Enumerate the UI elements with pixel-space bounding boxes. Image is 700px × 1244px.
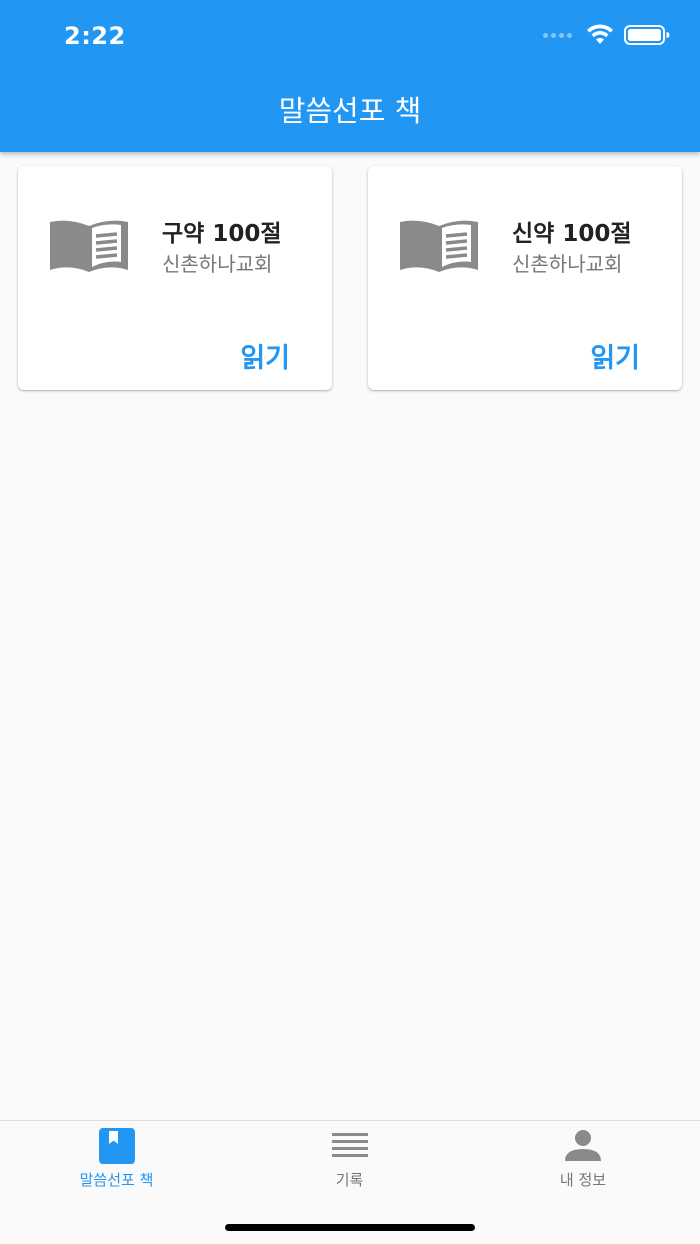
status-icons — [543, 24, 670, 46]
card-title: 신약 100절 — [512, 221, 632, 247]
card-title: 구약 100절 — [162, 221, 282, 247]
book-card-old-testament: 구약 100절 신촌하나교회 읽기 — [18, 166, 332, 390]
book-icon — [98, 1128, 135, 1164]
status-time: 2:22 — [64, 22, 126, 50]
home-indicator[interactable] — [225, 1224, 475, 1231]
card-subtitle: 신촌하나교회 — [512, 252, 623, 276]
nav-label: 기록 — [335, 1171, 364, 1189]
list-icon — [331, 1133, 368, 1157]
nav-item-records[interactable]: 기록 — [233, 1121, 466, 1211]
nav-label: 내 정보 — [559, 1171, 607, 1189]
read-button[interactable]: 읽기 — [240, 336, 290, 375]
nav-item-books[interactable]: 말씀선포 책 — [0, 1121, 233, 1211]
book-cards: 구약 100절 신촌하나교회 읽기 신약 100절 신촌하나교회 읽기 — [18, 166, 682, 390]
person-icon — [565, 1130, 601, 1161]
book-open-icon — [50, 220, 128, 272]
book-card-new-testament: 신약 100절 신촌하나교회 읽기 — [368, 166, 682, 390]
wifi-icon — [587, 24, 613, 44]
page-title: 말씀선포 책 — [278, 94, 422, 128]
card-subtitle: 신촌하나교회 — [162, 252, 273, 276]
app-bar: 2:22 말씀선포 책 — [0, 0, 700, 152]
signal-icon — [543, 32, 572, 38]
read-button[interactable]: 읽기 — [590, 336, 640, 375]
nav-item-profile[interactable]: 내 정보 — [466, 1121, 700, 1211]
book-open-icon — [400, 220, 478, 272]
battery-icon — [624, 25, 670, 45]
nav-label: 말씀선포 책 — [79, 1171, 154, 1189]
